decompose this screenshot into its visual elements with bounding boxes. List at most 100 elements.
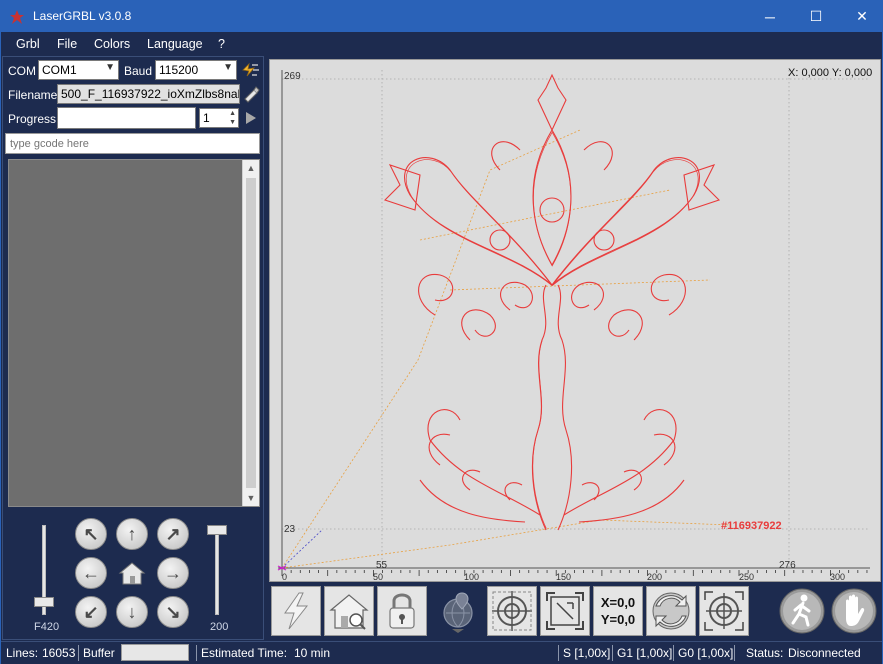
status-value: Disconnected xyxy=(788,646,861,660)
action-toolbar: X=0,0 Y=0,0 xyxy=(269,585,881,639)
grid-lines xyxy=(282,70,870,568)
lines-label: Lines: xyxy=(6,646,39,660)
lock-icon[interactable] xyxy=(377,586,427,636)
com-value: COM1 xyxy=(42,63,77,77)
com-select[interactable]: COM1 ▼ xyxy=(38,60,119,80)
target-center-icon[interactable] xyxy=(699,586,749,636)
scroll-up-icon[interactable]: ▲ xyxy=(243,160,259,176)
step-slider-knob[interactable] xyxy=(207,525,227,535)
estimated-time-value: 10 min xyxy=(294,646,331,660)
home-icon[interactable] xyxy=(116,557,148,589)
x-right-label: 276 xyxy=(779,560,796,571)
feed-label: F420 xyxy=(34,621,60,633)
title-bar[interactable]: LaserGRBL v3.0.8 ─ ☐ ✕ xyxy=(1,1,882,32)
status-separator xyxy=(196,645,197,661)
coordinate-readout: X: 0,000 Y: 0,000 xyxy=(788,67,872,79)
ruler-band xyxy=(270,570,880,581)
open-file-icon[interactable] xyxy=(243,85,261,103)
status-separator xyxy=(558,645,559,661)
com-label: COM xyxy=(8,64,36,78)
travel-start xyxy=(281,529,323,569)
lightning-icon[interactable] xyxy=(271,586,321,636)
x-left-label: 55 xyxy=(376,560,388,571)
lines-value: 16053 xyxy=(42,646,76,660)
arrow-down-right-icon[interactable]: ↘ xyxy=(157,596,189,628)
menu-language[interactable]: Language xyxy=(147,37,203,51)
preview-drawing: 269 23 55 276 #116937922 X: 0,000 Y: 0,0… xyxy=(270,67,880,582)
fit-frame-icon[interactable] xyxy=(540,586,590,636)
chevron-down-icon: ▼ xyxy=(105,62,115,73)
baud-value: 115200 xyxy=(159,63,199,77)
arrow-up-right-icon[interactable]: ↗ xyxy=(157,518,189,550)
filename-field[interactable]: 500_F_116937922_ioXmZlbs8nalq6B xyxy=(57,84,240,104)
progress-label: Progress xyxy=(8,112,57,126)
s-override[interactable]: S [1,00x] xyxy=(563,646,610,660)
feed-slider-knob[interactable] xyxy=(34,597,54,607)
scroll-thumb[interactable] xyxy=(246,178,256,488)
console-log[interactable]: ▲ ▼ xyxy=(8,159,260,507)
target-icon[interactable] xyxy=(487,586,537,636)
buffer-bar xyxy=(121,644,189,661)
progress-bar xyxy=(57,107,196,129)
arrow-left-icon[interactable]: ← xyxy=(75,557,107,589)
chevron-down-icon: ▼ xyxy=(223,62,233,73)
arrow-up-left-icon[interactable]: ↖ xyxy=(75,518,107,550)
connect-icon[interactable] xyxy=(240,61,260,79)
ruler-label-300: 300 xyxy=(830,572,845,581)
ruler-label-100: 100 xyxy=(464,572,479,581)
status-separator xyxy=(673,645,674,661)
baud-label: Baud xyxy=(124,64,153,78)
maximize-button[interactable]: ☐ xyxy=(793,1,839,32)
close-button[interactable]: ✕ xyxy=(839,1,883,32)
walk-icon[interactable] xyxy=(777,586,827,636)
gcode-input[interactable] xyxy=(5,133,260,154)
g1-override[interactable]: G1 [1,00x] xyxy=(617,646,672,660)
scroll-down-icon[interactable]: ▼ xyxy=(243,490,259,506)
baud-select[interactable]: 115200 ▼ xyxy=(155,60,237,80)
ruler-label-0: 0 xyxy=(282,572,287,581)
arrow-down-icon[interactable]: ↓ xyxy=(116,596,148,628)
arrow-up-icon[interactable]: ↑ xyxy=(116,518,148,550)
menu-grbl[interactable]: Grbl xyxy=(16,37,40,51)
menu-bar: Grbl File Colors Language ? xyxy=(1,32,882,56)
status-separator xyxy=(734,645,735,661)
copies-stepper[interactable]: 1 ▲ ▼ xyxy=(199,108,239,128)
minimize-button[interactable]: ─ xyxy=(747,1,793,32)
ruler-label-150: 150 xyxy=(556,572,571,581)
preview-canvas[interactable]: 269 23 55 276 #116937922 X: 0,000 Y: 0,0… xyxy=(269,59,881,582)
menu-help[interactable]: ? xyxy=(218,37,225,51)
arrow-right-icon[interactable]: → xyxy=(157,557,189,589)
step-slider-track xyxy=(215,525,219,615)
menu-colors[interactable]: Colors xyxy=(94,37,130,51)
buffer-label: Buffer xyxy=(83,646,115,660)
console-scrollbar[interactable]: ▲ ▼ xyxy=(242,160,259,506)
status-separator xyxy=(612,645,613,661)
estimated-time-label: Estimated Time: xyxy=(201,646,288,660)
y-top-label: 269 xyxy=(284,71,301,82)
window-title: LaserGRBL v3.0.8 xyxy=(33,9,132,23)
status-separator xyxy=(78,645,79,661)
ruler-label-250: 250 xyxy=(739,572,754,581)
home-search-icon[interactable] xyxy=(324,586,374,636)
menu-file[interactable]: File xyxy=(57,37,77,51)
drawing-id-label: #116937922 xyxy=(721,520,782,532)
tree-inner-outline xyxy=(405,131,699,529)
app-logo-icon xyxy=(10,10,24,24)
refresh-cycle-icon[interactable] xyxy=(646,586,696,636)
arrow-down-left-icon[interactable]: ↙ xyxy=(75,596,107,628)
step-slider[interactable] xyxy=(204,525,230,625)
stop-hand-icon[interactable] xyxy=(829,586,879,636)
y-bottom-label: 23 xyxy=(284,524,296,535)
stepper-arrows-icon[interactable]: ▲ ▼ xyxy=(229,109,236,127)
status-label: Status: xyxy=(746,646,784,660)
set-zero-button[interactable]: X=0,0 Y=0,0 xyxy=(593,586,643,636)
g0-override[interactable]: G0 [1,00x] xyxy=(678,646,733,660)
feed-slider[interactable] xyxy=(31,525,57,625)
app-window: LaserGRBL v3.0.8 ─ ☐ ✕ Grbl File Colors … xyxy=(0,0,883,664)
zero-line1: X=0,0 xyxy=(600,595,636,610)
play-icon[interactable] xyxy=(244,110,258,126)
step-label: 200 xyxy=(210,621,229,633)
travel-paths xyxy=(281,129,731,569)
globe-location-icon[interactable] xyxy=(433,586,483,636)
filename-label: Filename xyxy=(8,88,58,102)
